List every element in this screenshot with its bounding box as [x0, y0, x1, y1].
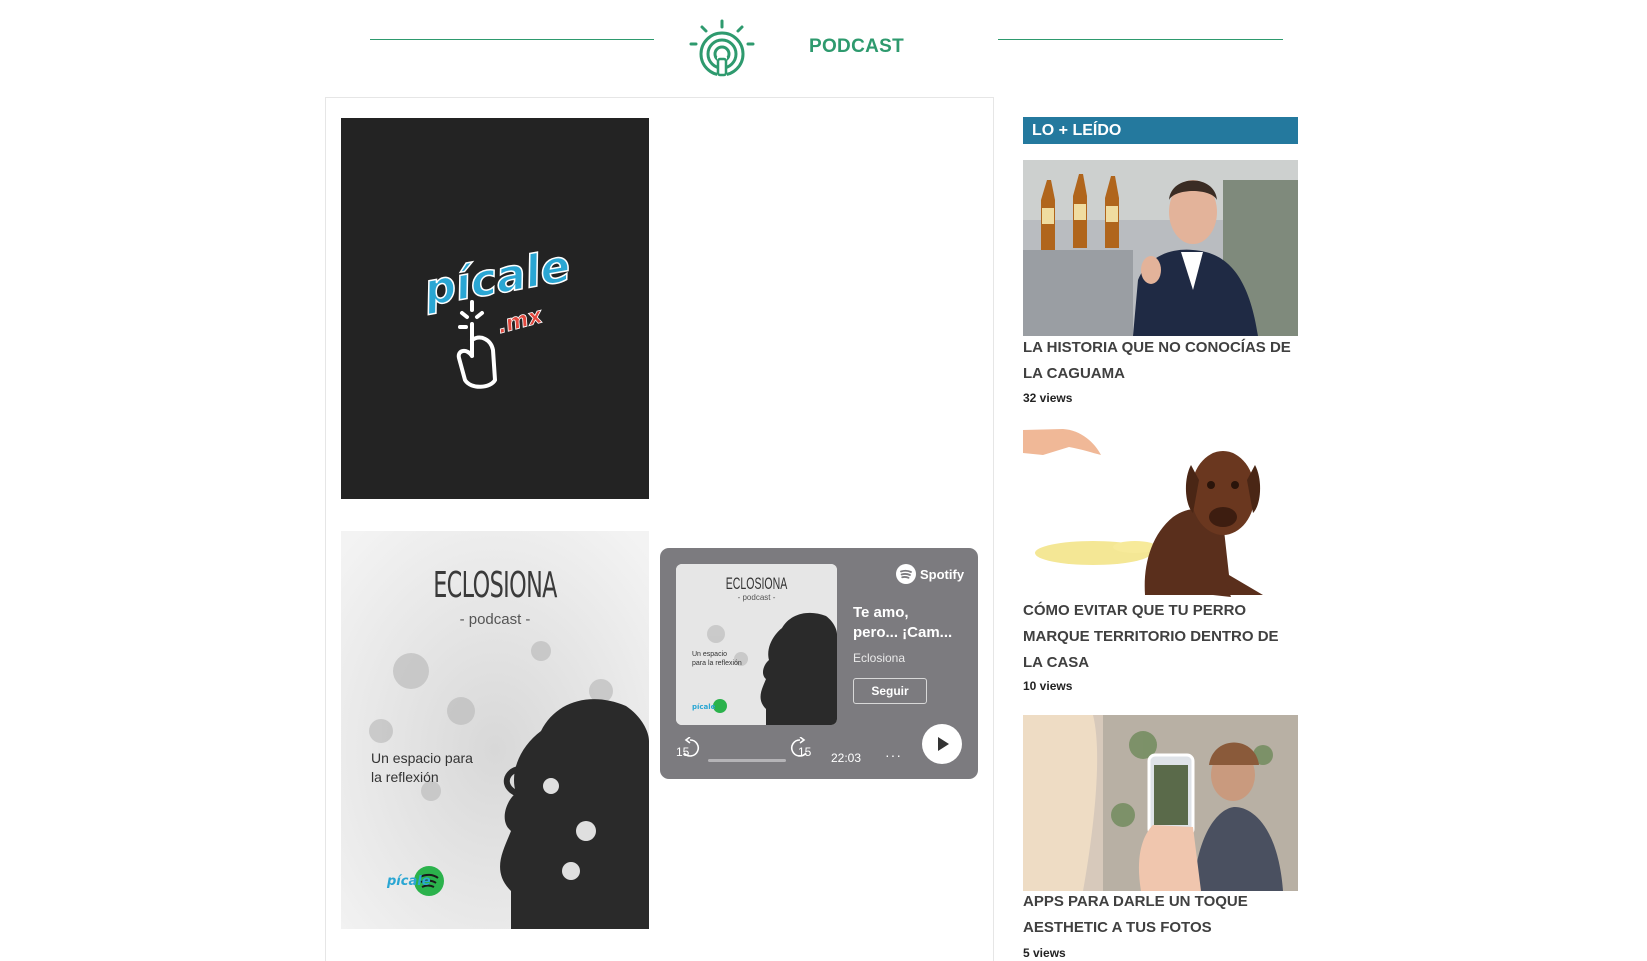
eclosiona-title: ECLOSIONA	[433, 565, 557, 606]
skip-forward-15-button[interactable]: 15	[791, 737, 811, 759]
svg-text:pícale: pícale	[386, 874, 431, 889]
spotify-brand-label: Spotify	[920, 566, 965, 582]
skip-back-15-button[interactable]: 15	[676, 737, 699, 759]
eclosiona-tagline: Un espacio para la reflexión	[371, 750, 473, 785]
picale-logo-text: pícale	[419, 241, 574, 317]
podcast-icon	[682, 17, 762, 79]
episode-title[interactable]: Te amo, pero... ¡Cam...	[853, 603, 971, 643]
picale-podcast-cover[interactable]: pícale .mx	[341, 118, 649, 499]
eclosiona-subtitle: - podcast -	[459, 611, 531, 628]
playback-progress-bar[interactable]	[708, 759, 786, 762]
spotify-icon	[896, 564, 916, 584]
play-button[interactable]	[922, 724, 962, 764]
episode-title-line-2: pero... ¡Cam...	[853, 624, 953, 641]
article-title-caguama[interactable]: LA HISTORIA QUE NO CONOCÍAS DE LA CAGUAM…	[1023, 335, 1298, 387]
thumb-subtitle: - podcast -	[737, 593, 776, 602]
spotify-embed-player[interactable]: pícale ECLOSIONA - podcast - Un espacio …	[660, 548, 978, 779]
article-views-apps: 5 views	[1023, 946, 1066, 960]
most-read-heading: LO + LEÍDO	[1023, 117, 1298, 144]
svg-text:pícale: pícale	[692, 703, 716, 711]
page-title: PODCAST	[809, 36, 904, 57]
skip-forward-label: 15	[798, 745, 812, 759]
article-image-apps[interactable]	[1023, 715, 1298, 891]
article-title-apps[interactable]: APPS PARA DARLE UN TOQUE AESTHETIC A TUS…	[1023, 889, 1298, 941]
episode-title-line-1: Te amo,	[853, 604, 909, 621]
dog-photo	[1023, 425, 1298, 601]
more-options-button[interactable]: ···	[885, 747, 902, 763]
episode-artist[interactable]: Eclosiona	[853, 651, 905, 665]
picale-logo-suffix: .mx	[495, 303, 546, 339]
article-title-dog[interactable]: CÓMO EVITAR QUE TU PERRO MARQUE TERRITOR…	[1023, 598, 1298, 676]
spotify-logo[interactable]: Spotify	[896, 564, 964, 584]
picale-logo: pícale .mx	[418, 240, 575, 389]
article-image-caguama[interactable]	[1023, 160, 1298, 336]
thumb-title: ECLOSIONA	[725, 574, 788, 593]
header-divider-left	[370, 39, 654, 40]
article-views-caguama: 32 views	[1023, 391, 1073, 405]
eclosiona-podcast-cover[interactable]: pícale ECLOSIONA - podcast - Un espacio …	[341, 531, 649, 929]
follow-button[interactable]: Seguir	[853, 678, 927, 704]
episode-duration: 22:03	[831, 751, 862, 765]
caguama-photo	[1023, 160, 1298, 336]
skip-back-label: 15	[676, 745, 690, 759]
thumb-tagline: Un espacio para la reflexión	[692, 651, 742, 667]
phone-photo	[1023, 715, 1298, 891]
article-views-dog: 10 views	[1023, 679, 1073, 693]
episode-thumbnail[interactable]: pícale ECLOSIONA - podcast - Un espacio …	[676, 564, 837, 725]
header-divider-right	[998, 39, 1283, 40]
article-image-dog[interactable]	[1023, 425, 1298, 601]
